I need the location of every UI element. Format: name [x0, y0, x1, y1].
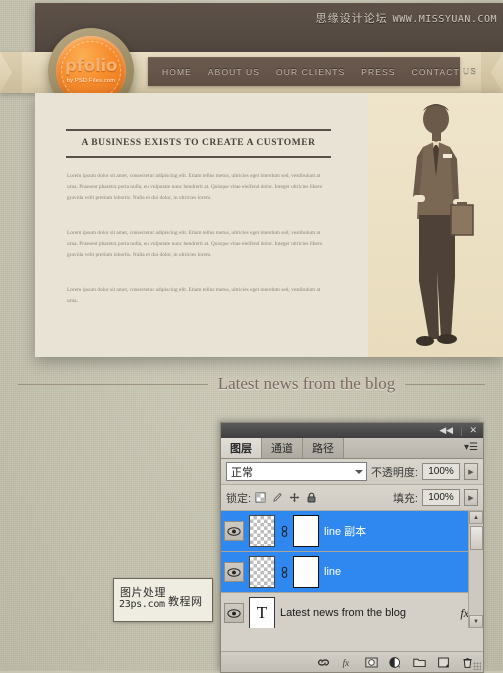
forum-watermark: 思缘设计论坛 WWW.MISSYUAN.COM [316, 10, 497, 26]
lock-row: 锁定: 填充: 100% ▶ [221, 485, 483, 511]
forum-watermark-cn: 思缘设计论坛 [315, 12, 388, 25]
logo-tagline: by PSD Files.com [66, 78, 116, 84]
lock-icon-group [255, 492, 317, 503]
content-paragraph-3: Lorem ipsum dolor sit amet, consectetur … [67, 287, 321, 305]
nav-item-press[interactable]: PRESS [361, 67, 395, 77]
table-row[interactable]: line [221, 552, 483, 593]
blog-section-divider: Latest news from the blog [0, 362, 503, 406]
layer-name: Latest news from the blog [280, 607, 406, 619]
site-watermark-box: 图片处理 教程网 23ps.com [113, 578, 213, 622]
all-lock-icon[interactable] [306, 492, 317, 503]
card-side-panel [368, 93, 503, 357]
transparency-lock-icon[interactable] [255, 492, 266, 503]
tab-layers[interactable]: 图层 [221, 438, 262, 458]
mask-link-icon[interactable] [280, 525, 288, 538]
nav-item-contact-us[interactable]: CONTACT US [412, 67, 477, 77]
fill-label: 填充: [392, 492, 418, 505]
blend-mode-value: 正常 [231, 466, 253, 479]
eye-icon [227, 608, 241, 618]
layer-style-icon[interactable]: fx [341, 656, 354, 669]
businessman-illustration [413, 104, 474, 346]
panel-titlebar: ◀◀ | ✕ [221, 423, 483, 438]
blend-mode-select[interactable]: 正常 [226, 462, 367, 481]
layer-thumbnail[interactable] [249, 515, 275, 547]
lock-label: 锁定: [226, 492, 252, 505]
move-lock-icon[interactable] [289, 492, 300, 503]
eye-icon [227, 526, 241, 536]
eye-icon [227, 567, 241, 577]
collapse-panel-icon[interactable]: ◀◀ [439, 426, 453, 435]
opacity-slider-arrow[interactable]: ▶ [464, 463, 478, 480]
link-layers-icon[interactable] [317, 656, 330, 669]
layer-mask-thumbnail[interactable] [293, 515, 319, 547]
panel-menu-icon[interactable]: ▾☰ [464, 442, 478, 453]
new-group-icon[interactable] [413, 656, 426, 669]
chain-link-icon [281, 525, 287, 537]
layer-mask-thumbnail[interactable] [293, 556, 319, 588]
card-main-body: A BUSINESS EXISTS TO CREATE A CUSTOMER L… [35, 93, 368, 357]
divider-line-right [405, 383, 486, 385]
tab-channels[interactable]: 通道 [262, 438, 303, 458]
tab-paths[interactable]: 路径 [303, 438, 344, 458]
layer-name: line [324, 566, 342, 578]
mask-link-icon[interactable] [280, 566, 288, 579]
opacity-label: 不透明度: [370, 466, 418, 479]
scroll-up-button[interactable]: ▲ [469, 511, 483, 524]
layers-list: line 副本 line T Latest news from the blog… [221, 511, 483, 628]
forum-watermark-url: WWW.MISSYUAN.COM [392, 14, 497, 25]
headline-rule-bottom [66, 156, 331, 158]
website-mockup: 思缘设计论坛 WWW.MISSYUAN.COM HOME ABOUT US OUR… [0, 0, 503, 400]
panel-bottom-toolbar: fx [221, 651, 483, 672]
titlebar-separator: | [460, 425, 463, 436]
divider-line-left [17, 383, 208, 385]
nav-item-home[interactable]: HOME [162, 67, 192, 77]
layer-visibility-icon[interactable] [224, 562, 244, 582]
watermark-cn-line1: 图片处理 [120, 586, 166, 599]
watermark-cn-line2: 教程网 [168, 595, 203, 608]
layer-visibility-icon[interactable] [224, 521, 244, 541]
chain-link-icon [281, 566, 287, 578]
layer-thumbnail[interactable] [249, 556, 275, 588]
headline-block: A BUSINESS EXISTS TO CREATE A CUSTOMER [66, 129, 331, 158]
content-paragraph-1: Lorem ipsum dolor sit amet, consectetur … [67, 173, 323, 202]
logo-wordmark: pfolio [64, 56, 118, 76]
brush-lock-icon[interactable] [272, 492, 283, 503]
fill-input[interactable]: 100% [422, 489, 460, 506]
watermark-url: 23ps.com [119, 599, 165, 610]
layer-visibility-icon[interactable] [224, 603, 244, 623]
fill-slider-arrow[interactable]: ▶ [464, 489, 478, 506]
nav-item-our-clients[interactable]: OUR CLIENTS [276, 67, 345, 77]
content-headline: A BUSINESS EXISTS TO CREATE A CUSTOMER [81, 138, 316, 148]
panel-resize-grip[interactable] [473, 662, 481, 670]
scroll-down-button[interactable]: ▼ [469, 615, 483, 628]
layer-name: line 副本 [324, 526, 367, 538]
content-card: A BUSINESS EXISTS TO CREATE A CUSTOMER L… [35, 93, 503, 357]
chevron-down-icon [354, 469, 363, 474]
layers-scrollbar[interactable]: ▲ ▼ [468, 511, 483, 628]
panel-tabs: 图层 通道 路径 ▾☰ [221, 438, 483, 459]
text-layer-thumbnail[interactable]: T [249, 597, 275, 628]
scrollbar-thumb[interactable] [470, 526, 483, 550]
photoshop-layers-panel: ◀◀ | ✕ 图层 通道 路径 ▾☰ 正常 不透明度: 100% ▶ 锁定: 填… [220, 422, 484, 673]
nav-item-about-us[interactable]: ABOUT US [208, 67, 260, 77]
svg-text:fx: fx [343, 657, 349, 667]
main-navigation[interactable]: HOME ABOUT US OUR CLIENTS PRESS CONTACT … [148, 57, 476, 86]
blend-mode-row: 正常 不透明度: 100% ▶ [221, 459, 483, 485]
opacity-input[interactable]: 100% [422, 463, 460, 480]
adjustment-layer-icon[interactable] [389, 656, 402, 669]
content-paragraph-2: Lorem ipsum dolor sit amet, consectetur … [67, 230, 323, 259]
layer-mask-icon[interactable] [365, 656, 378, 669]
table-row[interactable]: line 副本 [221, 511, 483, 552]
new-layer-icon[interactable] [437, 656, 450, 669]
table-row[interactable]: T Latest news from the blog fx [221, 593, 483, 628]
close-panel-icon[interactable]: ✕ [469, 426, 477, 435]
blog-section-title: Latest news from the blog [217, 374, 396, 393]
